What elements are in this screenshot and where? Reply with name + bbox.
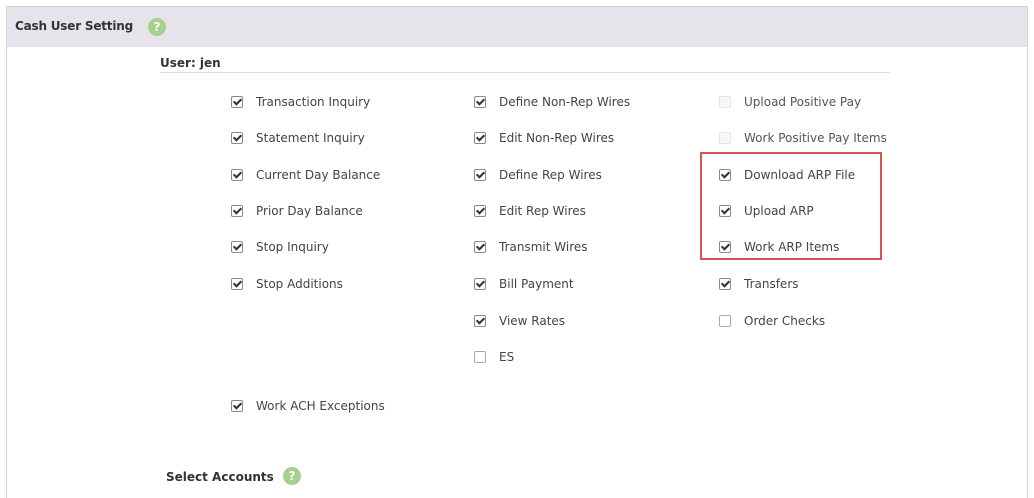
perm-bill-payment[interactable]: Bill Payment <box>474 276 574 292</box>
perm-prior-day-balance[interactable]: Prior Day Balance <box>231 203 363 219</box>
checkbox[interactable] <box>231 205 243 217</box>
perm-label: Work Positive Pay Items <box>744 131 887 145</box>
checkbox[interactable] <box>231 132 243 144</box>
perm-define-non-rep-wires[interactable]: Define Non-Rep Wires <box>474 94 630 110</box>
checkbox[interactable] <box>474 241 486 253</box>
user-label: User: jen <box>160 56 221 70</box>
perm-upload-positive-pay[interactable]: Upload Positive Pay <box>719 94 861 110</box>
perm-statement-inquiry[interactable]: Statement Inquiry <box>231 130 365 146</box>
perm-stop-inquiry[interactable]: Stop Inquiry <box>231 239 329 255</box>
perm-transaction-inquiry[interactable]: Transaction Inquiry <box>231 94 370 110</box>
select-accounts-title: Select Accounts <box>166 470 274 484</box>
perm-label: Define Rep Wires <box>499 168 602 182</box>
perm-label: View Rates <box>499 314 566 328</box>
perm-label: Transfers <box>744 277 799 291</box>
checkbox[interactable] <box>231 400 243 412</box>
perm-label: Order Checks <box>744 314 826 328</box>
perm-label: Define Non-Rep Wires <box>499 95 631 109</box>
highlight-box <box>700 152 882 260</box>
checkbox[interactable] <box>719 315 731 327</box>
perm-label: Stop Additions <box>256 277 343 291</box>
checkbox[interactable] <box>231 96 243 108</box>
perm-order-checks[interactable]: Order Checks <box>719 313 825 329</box>
help-icon[interactable]: ? <box>148 18 166 36</box>
perm-label: Stop Inquiry <box>256 240 329 254</box>
perm-label: Transaction Inquiry <box>256 95 371 109</box>
perm-work-positive-pay-items[interactable]: Work Positive Pay Items <box>719 130 887 146</box>
perm-es[interactable]: ES <box>474 349 514 365</box>
perm-label: Upload Positive Pay <box>744 95 862 109</box>
perm-edit-rep-wires[interactable]: Edit Rep Wires <box>474 203 586 219</box>
checkbox[interactable] <box>474 205 486 217</box>
help-icon[interactable]: ? <box>283 467 301 485</box>
perm-edit-non-rep-wires[interactable]: Edit Non-Rep Wires <box>474 130 614 146</box>
checkbox[interactable] <box>474 169 486 181</box>
perm-transfers[interactable]: Transfers <box>719 276 799 292</box>
checkbox[interactable] <box>719 132 731 144</box>
perm-label: Bill Payment <box>499 277 574 291</box>
perm-transmit-wires[interactable]: Transmit Wires <box>474 239 588 255</box>
perm-label: Current Day Balance <box>256 168 381 182</box>
perm-label: Transmit Wires <box>499 240 588 254</box>
checkbox[interactable] <box>719 96 731 108</box>
checkbox[interactable] <box>474 278 486 290</box>
checkbox[interactable] <box>231 241 243 253</box>
panel-header: Cash User Setting ? <box>7 6 1027 47</box>
perm-label: Edit Rep Wires <box>499 204 586 218</box>
perm-define-rep-wires[interactable]: Define Rep Wires <box>474 167 602 183</box>
checkbox[interactable] <box>474 132 486 144</box>
checkbox[interactable] <box>231 169 243 181</box>
checkbox[interactable] <box>474 351 486 363</box>
perm-work-ach-exceptions[interactable]: Work ACH Exceptions <box>231 398 385 414</box>
perm-label: ES <box>499 350 515 364</box>
perm-stop-additions[interactable]: Stop Additions <box>231 276 343 292</box>
perm-label: Edit Non-Rep Wires <box>499 131 615 145</box>
perm-current-day-balance[interactable]: Current Day Balance <box>231 167 380 183</box>
panel-title: Cash User Setting <box>15 19 133 33</box>
checkbox[interactable] <box>719 278 731 290</box>
perm-label: Statement Inquiry <box>256 131 365 145</box>
checkbox[interactable] <box>231 278 243 290</box>
perm-view-rates[interactable]: View Rates <box>474 313 565 329</box>
perm-label: Prior Day Balance <box>256 204 363 218</box>
divider <box>160 72 890 73</box>
perm-label: Work ACH Exceptions <box>256 399 385 413</box>
checkbox[interactable] <box>474 96 486 108</box>
checkbox[interactable] <box>474 315 486 327</box>
